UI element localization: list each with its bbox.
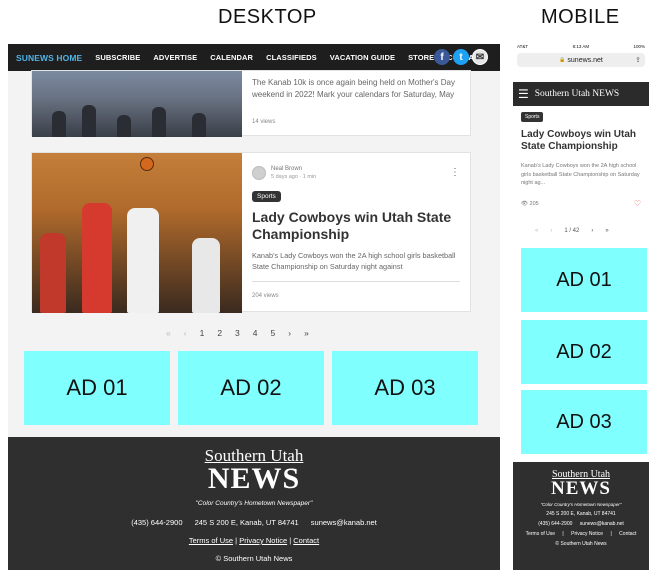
page-1[interactable]: 1	[200, 328, 205, 338]
avatar[interactable]	[252, 166, 266, 180]
pagination: « ‹ 1 / 42 › »	[535, 228, 609, 234]
contact-link[interactable]: Contact	[293, 536, 319, 545]
separator: |	[289, 536, 292, 545]
site-brand[interactable]: Southern Utah NEWS	[535, 89, 619, 99]
social-icons: f t ✉	[434, 49, 488, 65]
share-icon[interactable]: ⇪	[635, 56, 641, 64]
article-card-kanab-10k[interactable]: The Kanab 10k is once again being held o…	[31, 70, 471, 137]
footer-logo-news: NEWS	[207, 462, 301, 495]
footer-phone[interactable]: (435) 644-2900	[538, 521, 572, 527]
desktop-label: DESKTOP	[218, 6, 317, 28]
pagination: « ‹ 1 2 3 4 5 › »	[166, 328, 309, 338]
nav-sunews-home[interactable]: SUNEWS HOME	[16, 53, 82, 63]
more-options-icon[interactable]: ⋮	[450, 167, 460, 178]
status-bar: AT&T 8:13 AM 100%	[513, 44, 649, 52]
terms-link[interactable]: Terms of Use	[189, 536, 233, 545]
ad-slot-2[interactable]: AD 02	[521, 320, 647, 384]
copyright: © Southern Utah News	[215, 554, 293, 563]
separator: |	[562, 531, 564, 537]
post-meta: 5 days ago · 1 min	[271, 174, 317, 180]
last-page-button[interactable]: »	[605, 228, 608, 234]
nav-store[interactable]: STORE	[408, 53, 434, 62]
privacy-link[interactable]: Privacy Notice	[571, 531, 603, 537]
last-page-button[interactable]: »	[304, 328, 309, 338]
heart-icon[interactable]: ♡	[634, 199, 641, 208]
prev-page-button[interactable]: ‹	[184, 328, 187, 338]
author-name[interactable]: Neal Brown	[271, 165, 316, 173]
ad-slot-2[interactable]: AD 02	[178, 351, 324, 425]
site-footer: Southern Utah NEWS "Color Country's Home…	[513, 462, 649, 570]
twitter-icon[interactable]: t	[453, 49, 469, 65]
article-excerpt: Kanab's Lady Cowboys won the 2A high sch…	[252, 251, 456, 271]
site-footer: Southern Utah NEWS "Color Country's Home…	[8, 437, 500, 570]
article-card-lady-cowboys[interactable]: Neal Brown 5 days ago · 1 min ⋮ Sports L…	[31, 152, 471, 313]
category-tag[interactable]: Sports	[521, 112, 544, 122]
mobile-header: ☰ Southern Utah NEWS	[513, 82, 649, 106]
copyright: © Southern Utah News	[555, 541, 607, 547]
footer-address: 245 S 200 E, Kanab, UT 84741	[194, 518, 299, 527]
author-info: Neal Brown 5 days ago · 1 min	[252, 165, 316, 181]
clock: 8:13 AM	[572, 44, 590, 49]
facebook-icon[interactable]: f	[434, 49, 450, 65]
mail-icon[interactable]: ✉	[472, 49, 488, 65]
ad-slot-3[interactable]: AD 03	[332, 351, 478, 425]
page-3[interactable]: 3	[235, 328, 240, 338]
battery: 100%	[633, 44, 645, 49]
category-tag[interactable]: Sports	[252, 191, 281, 202]
first-page-button[interactable]: «	[535, 228, 538, 234]
article-excerpt: Kanab's Lady Cowboys won the 2A high sch…	[521, 163, 640, 186]
ad-slot-3[interactable]: AD 03	[521, 390, 647, 454]
mobile-label: MOBILE	[541, 6, 620, 28]
ad-slot-1[interactable]: AD 01	[521, 248, 647, 312]
terms-link[interactable]: Terms of Use	[526, 531, 555, 537]
footer-logo-news: NEWS	[551, 478, 611, 499]
nav-classifieds[interactable]: CLASSIFIEDS	[266, 53, 317, 62]
footer-address: 245 S 200 E, Kanab, UT 84741	[546, 511, 616, 517]
mobile-screenshot: AT&T 8:13 AM 100% 🔒 sunews.net ⇪ ☰ South…	[513, 44, 649, 570]
footer-phone[interactable]: (435) 644-2900	[131, 518, 182, 527]
next-page-button[interactable]: ›	[288, 328, 291, 338]
separator: |	[610, 531, 612, 537]
page-indicator: 1 / 42	[564, 228, 580, 234]
footer-tagline: "Color Country's Hometown Newspaper"	[540, 502, 622, 507]
desktop-screenshot: SUNEWS HOME SUBSCRIBE ADVERTISE CALENDAR…	[8, 44, 500, 570]
ad-slot-1[interactable]: AD 01	[24, 351, 170, 425]
top-navigation: SUNEWS HOME SUBSCRIBE ADVERTISE CALENDAR…	[8, 44, 500, 71]
footer-email[interactable]: sunews@kanab.net	[580, 521, 624, 527]
view-count: 👁 205	[521, 201, 539, 207]
view-count: 204 views	[252, 293, 279, 299]
divider	[252, 281, 460, 282]
carrier: AT&T	[517, 44, 529, 49]
footer-links: Terms of Use | Privacy Notice | Contact	[513, 531, 649, 537]
first-page-button[interactable]: «	[166, 328, 171, 338]
hamburger-menu-icon[interactable]: ☰	[518, 87, 529, 101]
article-title[interactable]: Lady Cowboys win Utah State Championship	[521, 129, 645, 153]
article-image-basketball[interactable]	[32, 153, 242, 313]
url-text: sunews.net	[567, 56, 603, 64]
separator: |	[235, 536, 238, 545]
footer-tagline: "Color Country's Hometown Newspaper"	[195, 500, 313, 507]
footer-contact-info: (435) 644-2900 245 S 200 E, Kanab, UT 84…	[8, 518, 500, 527]
article-image-race[interactable]	[32, 71, 242, 137]
page-5[interactable]: 5	[271, 328, 276, 338]
next-page-button[interactable]: ›	[591, 228, 593, 234]
nav-subscribe[interactable]: SUBSCRIBE	[95, 53, 140, 62]
lock-icon: 🔒	[559, 57, 566, 63]
article-excerpt: The Kanab 10k is once again being held o…	[252, 78, 455, 99]
nav-calendar[interactable]: CALENDAR	[210, 53, 253, 62]
view-count: 14 views	[252, 119, 276, 125]
address-bar[interactable]: 🔒 sunews.net ⇪	[517, 53, 645, 67]
privacy-link[interactable]: Privacy Notice	[239, 536, 287, 545]
prev-page-button[interactable]: ‹	[550, 228, 552, 234]
nav-advertise[interactable]: ADVERTISE	[153, 53, 197, 62]
page-2[interactable]: 2	[217, 328, 222, 338]
footer-contact-info: (435) 644-2900 sunews@kanab.net	[513, 521, 649, 527]
contact-link[interactable]: Contact	[619, 531, 636, 537]
footer-email[interactable]: sunews@kanab.net	[311, 518, 377, 527]
page-4[interactable]: 4	[253, 328, 258, 338]
footer-links: Terms of Use | Privacy Notice | Contact	[8, 536, 500, 545]
article-title[interactable]: Lady Cowboys win Utah State Championship	[252, 209, 464, 243]
nav-vacation-guide[interactable]: VACATION GUIDE	[330, 53, 395, 62]
